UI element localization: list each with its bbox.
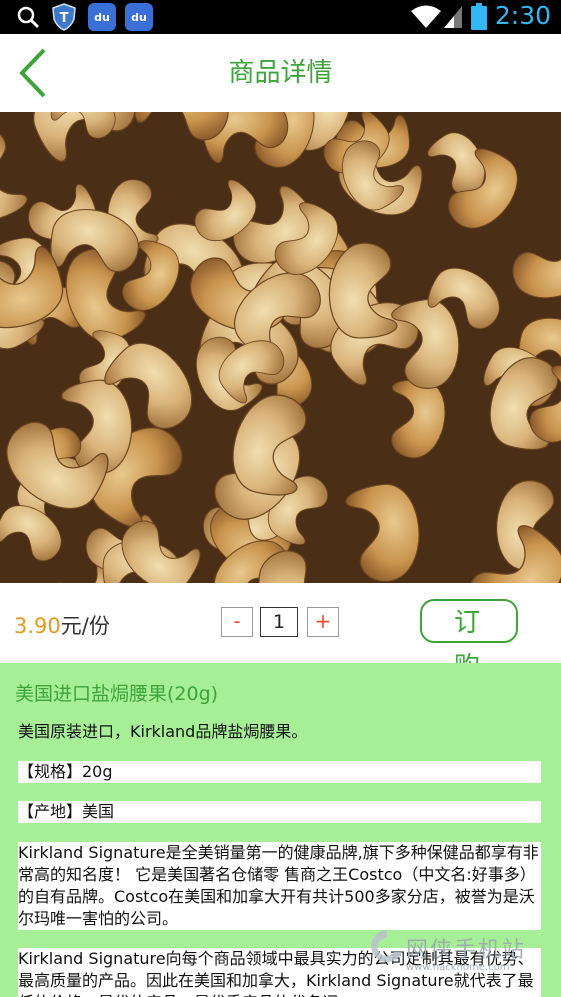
battery-icon — [470, 3, 488, 35]
price-value: 3.90 — [14, 614, 61, 638]
increase-quantity-button[interactable]: + — [307, 607, 339, 637]
status-bar: T du du 2:30 — [0, 0, 561, 34]
decrease-quantity-button[interactable]: - — [221, 607, 253, 637]
quantity-field[interactable]: 1 — [260, 607, 298, 637]
baidu-app-icon: du — [88, 3, 116, 31]
product-intro: 美国原装进口，Kirkland品牌盐焗腰果。 — [18, 722, 308, 741]
price-unit: 元/份 — [60, 614, 110, 638]
svg-text:T: T — [60, 11, 69, 26]
product-spec: 【规格】20g — [18, 761, 541, 783]
signal-icon — [442, 4, 464, 34]
product-image — [0, 112, 561, 583]
page-title: 商品详情 — [228, 58, 333, 88]
product-title: 美国进口盐焗腰果(20g) — [15, 683, 219, 705]
brand-description-continued: Kirkland Signature向每个商品领域中最具实力的公司定制其最有优势… — [18, 948, 541, 997]
search-icon — [14, 3, 42, 31]
clock-time: 2:30 — [494, 1, 551, 30]
brand-description: Kirkland Signature是全美销量第一的健康品牌,旗下多种保健品都享… — [18, 842, 541, 930]
product-origin: 【产地】美国 — [18, 801, 541, 823]
baidu-app-icon: du — [125, 3, 153, 31]
order-button[interactable]: 订 购 — [420, 599, 518, 682]
product-detail: 美国进口盐焗腰果(20g) 美国原装进口，Kirkland品牌盐焗腰果。 【规格… — [0, 663, 561, 997]
price-label: 3.90元/份 — [14, 610, 110, 640]
wifi-icon — [410, 4, 442, 34]
header: 商品详情 — [0, 34, 561, 113]
shield-app-icon: T — [50, 3, 78, 31]
purchase-bar: 3.90元/份 - 1 + 订 购 — [0, 583, 561, 682]
